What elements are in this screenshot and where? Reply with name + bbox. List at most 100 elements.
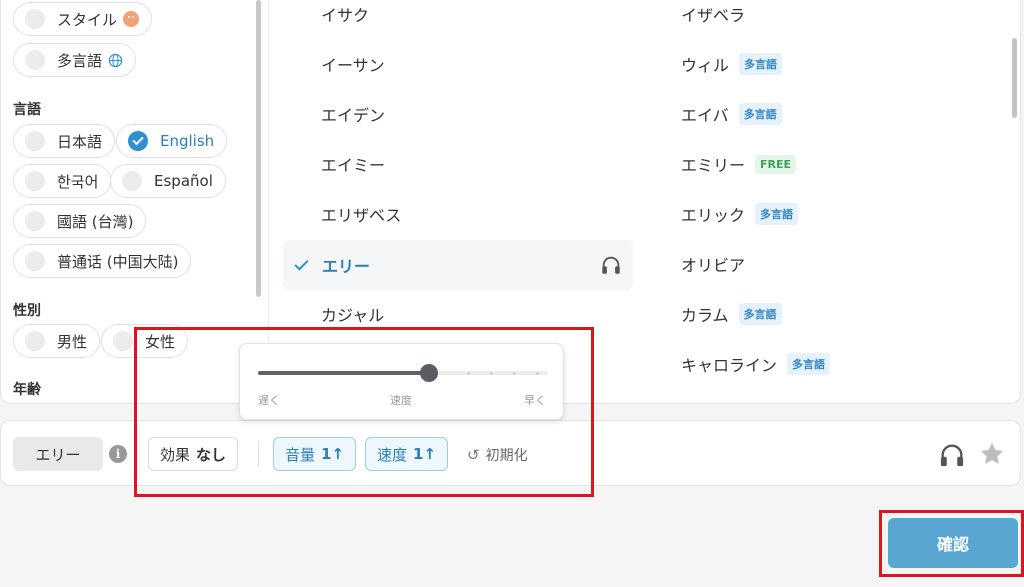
age-heading: 年齢: [13, 382, 41, 398]
voice-name: オリビア: [681, 256, 746, 275]
voice-name: エリック: [681, 206, 746, 225]
star-icon[interactable]: [978, 440, 1006, 468]
chip-label: 國語 (台灣): [57, 212, 134, 231]
gender-heading: 性別: [13, 303, 41, 319]
volume-label: 音量: [285, 445, 316, 464]
language-chip-spanish[interactable]: Español: [110, 164, 226, 198]
voice-name: イザベラ: [681, 6, 746, 25]
voice-item[interactable]: イーサン: [321, 39, 385, 89]
filter-chip-multilingual[interactable]: 多言語: [13, 43, 137, 77]
check-circle-icon: [128, 131, 148, 151]
voice-item[interactable]: オリビア: [681, 239, 745, 289]
radio-icon: [25, 50, 45, 70]
volume-value: 1↑: [321, 445, 345, 463]
speed-slider-thumb[interactable]: [420, 364, 439, 382]
voice-item[interactable]: エイバ 多言語: [681, 89, 782, 139]
gender-chip-female[interactable]: 女性: [101, 324, 189, 358]
voice-name: エリー: [322, 257, 371, 276]
radio-icon: [25, 331, 45, 351]
effect-label: 効果: [160, 445, 191, 464]
voice-item-selected[interactable]: エリー: [283, 240, 633, 290]
voice-item[interactable]: エイミー: [321, 139, 385, 189]
voice-name: エイデン: [321, 106, 386, 125]
voice-list-scrollbar[interactable]: [1012, 38, 1017, 118]
reset-button[interactable]: ↺ 初期化: [467, 445, 528, 465]
info-icon[interactable]: i: [109, 445, 127, 463]
chip-label: 男性: [57, 332, 88, 351]
language-chip-taiwan[interactable]: 國語 (台灣): [13, 204, 147, 238]
voice-name: カラム: [681, 306, 729, 325]
multilingual-badge: 多言語: [755, 203, 799, 225]
chip-label: 한국어: [57, 172, 99, 191]
voice-name: エミリー: [681, 156, 746, 175]
voice-item[interactable]: イザベラ: [681, 0, 745, 39]
voice-name: エイミー: [321, 156, 386, 175]
radio-icon: [25, 211, 45, 231]
slider-tick: [513, 372, 516, 375]
effect-button[interactable]: 効果 なし: [148, 437, 239, 471]
volume-button[interactable]: 音量 1↑: [273, 437, 357, 471]
voice-item[interactable]: エイデン: [321, 89, 385, 139]
radio-icon: [113, 331, 133, 351]
multilingual-badge: 多言語: [787, 353, 831, 375]
speed-popover: 遅く 速度 早く: [239, 343, 564, 420]
voice-name: ウィル: [681, 56, 730, 75]
chip-label: 女性: [145, 332, 176, 351]
chip-label: 多言語: [57, 51, 103, 70]
language-chip-mainland[interactable]: 普通话 (中国大陆): [13, 244, 192, 278]
fast-label: 早く: [524, 394, 546, 407]
voice-item[interactable]: エリック 多言語: [681, 189, 799, 239]
free-badge: FREE: [755, 154, 797, 174]
radio-icon: [25, 9, 45, 29]
voice-settings-toolbar: エリー i 効果 なし 音量 1↑ 速度 1↑ ↺ 初期化: [0, 420, 1021, 486]
speed-button[interactable]: 速度 1↑: [365, 437, 449, 471]
slow-label: 遅く: [258, 394, 280, 407]
effect-value: なし: [196, 445, 227, 464]
voice-name: イサク: [321, 6, 370, 25]
radio-icon: [25, 171, 45, 191]
smiley-icon: [123, 11, 140, 27]
voice-item[interactable]: キャロライン 多言語: [681, 339, 831, 389]
voice-name: エリザベス: [321, 206, 402, 225]
check-icon: [294, 255, 309, 271]
voice-item[interactable]: カラム 多言語: [681, 289, 782, 339]
voice-item[interactable]: イサク: [321, 0, 369, 39]
voice-name: イーサン: [321, 56, 385, 75]
toolbar-divider: [258, 441, 259, 467]
speed-slider[interactable]: [258, 364, 548, 382]
sidebar-scrollbar[interactable]: [256, 0, 261, 297]
speed-label: 速度: [377, 445, 408, 464]
language-chip-japanese[interactable]: 日本語: [13, 124, 116, 158]
voice-item[interactable]: カジャル: [321, 289, 384, 339]
current-voice-tag[interactable]: エリー: [13, 437, 103, 471]
radio-icon: [25, 251, 45, 271]
multilingual-badge: 多言語: [738, 103, 782, 125]
reset-label: 初期化: [485, 448, 528, 464]
voice-item[interactable]: ウィル 多言語: [681, 39, 783, 89]
headphone-icon[interactable]: [600, 254, 622, 276]
chip-label: スタイル: [57, 10, 118, 29]
confirm-button[interactable]: 確認: [888, 518, 1018, 568]
filter-chip-style[interactable]: スタイル: [13, 2, 153, 36]
voice-item[interactable]: エリザベス: [321, 189, 401, 239]
gender-chip-male[interactable]: 男性: [13, 324, 101, 358]
globe-icon: [108, 53, 123, 67]
language-chip-english[interactable]: English: [116, 124, 228, 158]
radio-icon: [25, 131, 45, 151]
radio-icon: [122, 171, 142, 191]
multilingual-badge: 多言語: [738, 303, 782, 325]
chip-label: Español: [154, 172, 213, 190]
voice-name: カジャル: [321, 306, 385, 325]
speed-slider-fill: [258, 371, 430, 375]
speed-value: 1↑: [413, 445, 437, 463]
voice-item[interactable]: エミリー FREE: [681, 139, 797, 189]
language-heading: 言語: [13, 102, 41, 118]
voice-name: キャロライン: [681, 356, 778, 375]
chip-label: 普通话 (中国大陆): [57, 252, 179, 271]
voice-name: エイバ: [681, 106, 729, 125]
speed-label: 速度: [390, 394, 412, 407]
language-chip-korean[interactable]: 한국어: [13, 164, 112, 198]
reset-icon: ↺: [467, 446, 480, 464]
headphone-icon[interactable]: [938, 441, 966, 469]
slider-tick: [490, 372, 493, 375]
